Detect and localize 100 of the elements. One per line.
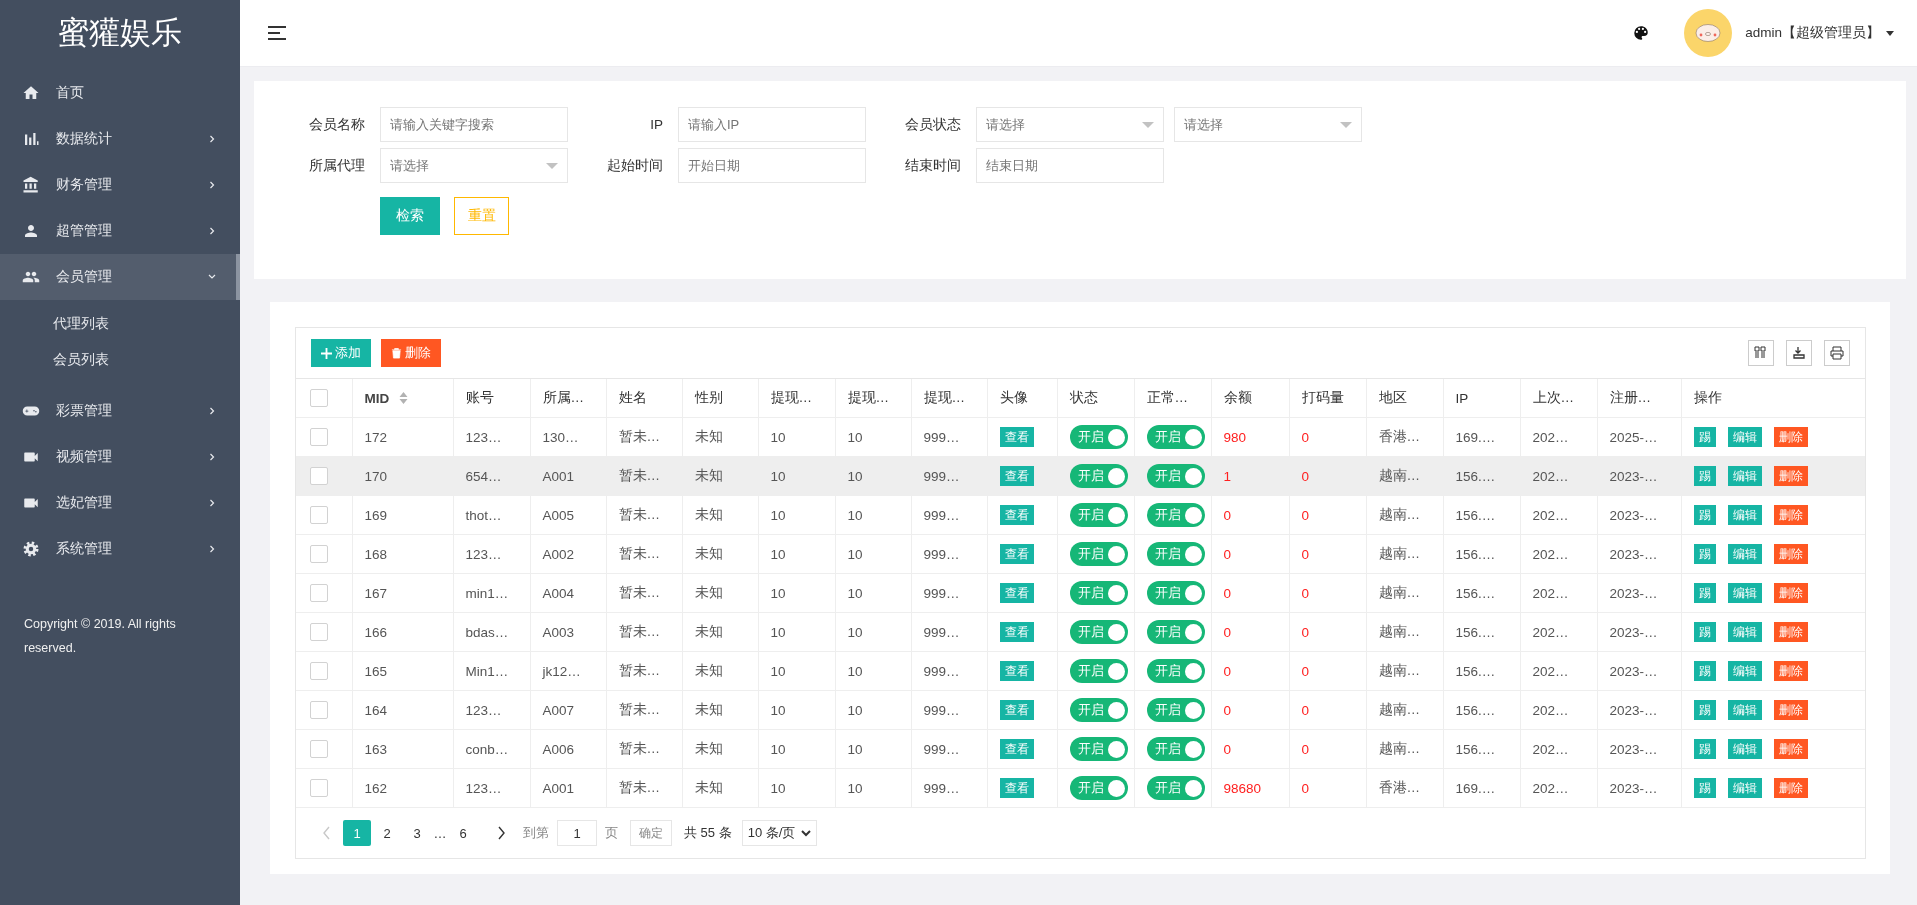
select-all-checkbox[interactable] bbox=[310, 389, 328, 407]
add-button[interactable]: 添加 bbox=[311, 339, 371, 367]
sidebar-item[interactable]: 彩票管理 bbox=[0, 388, 240, 434]
toggle-switch[interactable]: 开启 bbox=[1146, 776, 1205, 800]
action-button[interactable]: 踢 bbox=[1693, 427, 1716, 447]
action-button[interactable]: 踢 bbox=[1693, 544, 1716, 564]
sidebar-item[interactable]: 数据统计 bbox=[0, 116, 240, 162]
row-checkbox[interactable] bbox=[310, 701, 328, 719]
delete-button[interactable]: 删除 bbox=[1773, 622, 1808, 642]
page-button[interactable]: 1 bbox=[343, 820, 371, 846]
action-button[interactable]: 踢 bbox=[1693, 661, 1716, 681]
columns-button[interactable] bbox=[1748, 340, 1774, 366]
column-header[interactable]: MID bbox=[364, 390, 390, 406]
delete-button[interactable]: 删除 bbox=[1773, 583, 1808, 603]
action-button[interactable]: 踢 bbox=[1693, 700, 1716, 720]
action-button[interactable]: 编辑 bbox=[1727, 427, 1762, 447]
confirm-button[interactable]: 确定 bbox=[630, 820, 672, 846]
page-size-select[interactable]: 10 条/页 bbox=[741, 820, 818, 846]
toggle-switch[interactable]: 开启 bbox=[1146, 737, 1205, 761]
view-button[interactable]: 查看 bbox=[999, 583, 1034, 603]
sidebar-item[interactable]: 超管管理 bbox=[0, 208, 240, 254]
view-button[interactable]: 查看 bbox=[999, 778, 1034, 798]
action-button[interactable]: 踢 bbox=[1693, 505, 1716, 525]
action-button[interactable]: 编辑 bbox=[1727, 661, 1762, 681]
input-field[interactable]: 结束日期 bbox=[976, 148, 1164, 183]
sidebar-item[interactable]: 视频管理 bbox=[0, 434, 240, 480]
input-field[interactable]: 请输入关键字搜索 bbox=[380, 107, 568, 142]
delete-button[interactable]: 删除 bbox=[1773, 661, 1808, 681]
toggle-switch[interactable]: 开启 bbox=[1069, 542, 1128, 566]
row-checkbox[interactable] bbox=[310, 779, 328, 797]
toggle-switch[interactable]: 开启 bbox=[1146, 425, 1205, 449]
action-button[interactable]: 编辑 bbox=[1727, 466, 1762, 486]
toggle-switch[interactable]: 开启 bbox=[1069, 425, 1128, 449]
view-button[interactable]: 查看 bbox=[999, 661, 1034, 681]
action-button[interactable]: 编辑 bbox=[1727, 778, 1762, 798]
action-button[interactable]: 编辑 bbox=[1727, 505, 1762, 525]
view-button[interactable]: 查看 bbox=[999, 739, 1034, 759]
reset-button[interactable]: 重置 bbox=[454, 197, 509, 235]
sidebar-item[interactable]: 首页 bbox=[0, 70, 240, 116]
row-checkbox[interactable] bbox=[310, 506, 328, 524]
page-button[interactable]: 6 bbox=[449, 820, 477, 846]
toggle-switch[interactable]: 开启 bbox=[1069, 464, 1128, 488]
select-field[interactable]: 请选择 bbox=[380, 148, 568, 183]
user-name[interactable]: admin【超级管理员】 bbox=[1745, 24, 1880, 42]
page-button[interactable]: 3 bbox=[403, 820, 431, 846]
input-field[interactable]: 开始日期 bbox=[678, 148, 866, 183]
view-button[interactable]: 查看 bbox=[999, 700, 1034, 720]
next-page-icon[interactable] bbox=[496, 826, 506, 840]
row-checkbox[interactable] bbox=[310, 467, 328, 485]
toggle-switch[interactable]: 开启 bbox=[1146, 503, 1205, 527]
sidebar-item[interactable]: 选妃管理 bbox=[0, 480, 240, 526]
view-button[interactable]: 查看 bbox=[999, 505, 1034, 525]
input-field[interactable]: 请输入IP bbox=[678, 107, 866, 142]
toggle-switch[interactable]: 开启 bbox=[1146, 542, 1205, 566]
action-button[interactable]: 编辑 bbox=[1727, 544, 1762, 564]
toggle-switch[interactable]: 开启 bbox=[1069, 503, 1128, 527]
action-button[interactable]: 编辑 bbox=[1727, 700, 1762, 720]
palette-icon[interactable] bbox=[1632, 24, 1651, 42]
toggle-switch[interactable]: 开启 bbox=[1069, 659, 1128, 683]
delete-button[interactable]: 删除 bbox=[1773, 505, 1808, 525]
page-input[interactable]: 1 bbox=[557, 820, 597, 846]
sidebar-item[interactable]: 财务管理 bbox=[0, 162, 240, 208]
view-button[interactable]: 查看 bbox=[999, 544, 1034, 564]
toggle-switch[interactable]: 开启 bbox=[1146, 698, 1205, 722]
row-checkbox[interactable] bbox=[310, 584, 328, 602]
search-button[interactable]: 检索 bbox=[380, 197, 440, 235]
view-button[interactable]: 查看 bbox=[999, 427, 1034, 447]
delete-button[interactable]: 删除 bbox=[1773, 778, 1808, 798]
toggle-switch[interactable]: 开启 bbox=[1069, 776, 1128, 800]
row-checkbox[interactable] bbox=[310, 545, 328, 563]
delete-button[interactable]: 删除 bbox=[1773, 427, 1808, 447]
row-checkbox[interactable] bbox=[310, 428, 328, 446]
view-button[interactable]: 查看 bbox=[999, 622, 1034, 642]
row-checkbox[interactable] bbox=[310, 740, 328, 758]
toggle-switch[interactable]: 开启 bbox=[1069, 620, 1128, 644]
toggle-switch[interactable]: 开启 bbox=[1069, 698, 1128, 722]
delete-button[interactable]: 删除 bbox=[1773, 544, 1808, 564]
delete-button[interactable]: 删除 bbox=[1773, 466, 1808, 486]
row-checkbox[interactable] bbox=[310, 662, 328, 680]
sidebar-item[interactable]: 系统管理 bbox=[0, 526, 240, 572]
toggle-switch[interactable]: 开启 bbox=[1069, 581, 1128, 605]
toggle-switch[interactable]: 开启 bbox=[1146, 581, 1205, 605]
action-button[interactable]: 踢 bbox=[1693, 466, 1716, 486]
toggle-switch[interactable]: 开启 bbox=[1146, 659, 1205, 683]
action-button[interactable]: 踢 bbox=[1693, 739, 1716, 759]
action-button[interactable]: 编辑 bbox=[1727, 739, 1762, 759]
print-button[interactable] bbox=[1824, 340, 1850, 366]
toggle-switch[interactable]: 开启 bbox=[1146, 620, 1205, 644]
submenu-item[interactable]: 代理列表 bbox=[0, 306, 240, 342]
action-button[interactable]: 踢 bbox=[1693, 583, 1716, 603]
submenu-item[interactable]: 会员列表 bbox=[0, 342, 240, 378]
toggle-switch[interactable]: 开启 bbox=[1069, 737, 1128, 761]
select-field[interactable]: 请选择 bbox=[1174, 107, 1362, 142]
sidebar-item[interactable]: 会员管理 bbox=[0, 254, 240, 300]
menu-icon[interactable] bbox=[267, 24, 287, 42]
delete-button[interactable]: 删除 bbox=[1773, 700, 1808, 720]
action-button[interactable]: 踢 bbox=[1693, 622, 1716, 642]
delete-button[interactable]: 删除 bbox=[381, 339, 441, 367]
delete-button[interactable]: 删除 bbox=[1773, 739, 1808, 759]
row-checkbox[interactable] bbox=[310, 623, 328, 641]
